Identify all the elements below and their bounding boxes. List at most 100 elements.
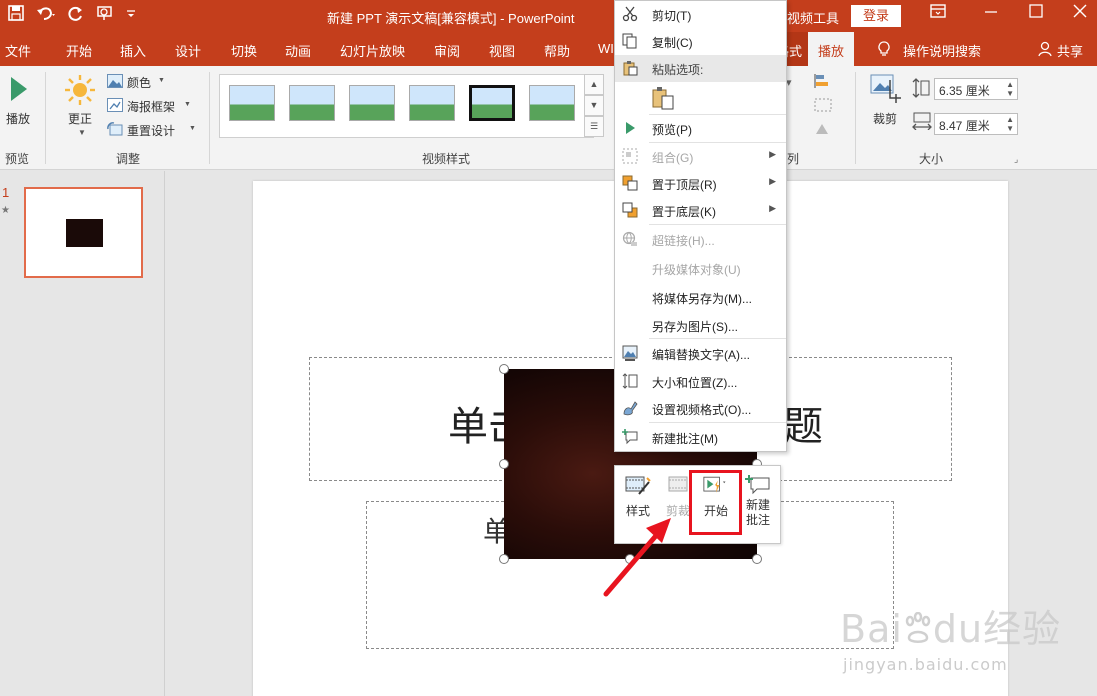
person-icon[interactable] <box>1038 41 1052 60</box>
lightbulb-icon[interactable] <box>877 41 891 60</box>
tab-review[interactable]: 审阅 <box>434 41 460 60</box>
width-spinner[interactable]: ▲ ▼ <box>1006 115 1014 133</box>
menu-label: 设置视频格式(O)... <box>652 403 752 417</box>
menu-item-save-as-picture[interactable]: 另存为图片(S)... <box>615 312 786 339</box>
menu-item-hyperlink[interactable]: 超链接(H)... <box>615 226 786 253</box>
reset-design-button[interactable]: 重置设计 <box>127 122 175 139</box>
gallery-scroll-down-icon[interactable]: ▼ <box>584 95 604 116</box>
maximize-icon[interactable] <box>1029 4 1043 22</box>
menu-item-preview[interactable]: 预览(P) <box>615 115 786 142</box>
resize-handle[interactable] <box>625 554 635 564</box>
video-style-thumbnail[interactable] <box>349 85 395 121</box>
reset-dropdown-icon[interactable]: ▼ <box>189 125 196 132</box>
tab-insert[interactable]: 插入 <box>120 41 146 60</box>
align-icon[interactable] <box>814 74 832 91</box>
share-button[interactable]: 共享 <box>1057 41 1083 60</box>
menu-item-copy[interactable]: 复制(C) <box>615 28 786 55</box>
crop-icon[interactable] <box>870 74 902 107</box>
comment-label-line2: 批注 <box>745 513 770 527</box>
video-style-thumbnail[interactable] <box>229 85 275 121</box>
tab-view[interactable]: 视图 <box>489 41 515 60</box>
menu-item-save-media-as[interactable]: 将媒体另存为(M)... <box>615 284 786 311</box>
menu-item-send-to-back[interactable]: 置于底层(K) ▶ <box>615 197 786 224</box>
login-button[interactable]: 登录 <box>851 5 901 27</box>
alt-text-icon <box>621 345 639 362</box>
hyperlink-icon <box>621 231 639 248</box>
height-spinner[interactable]: ▲ ▼ <box>1006 80 1014 98</box>
menu-label: 剪切(T) <box>652 9 692 23</box>
correct-button[interactable]: 更正 <box>68 110 92 127</box>
gallery-scroll-up-icon[interactable]: ▲ <box>584 74 604 95</box>
tab-transitions[interactable]: 切换 <box>231 41 257 60</box>
style-button[interactable]: 样式 <box>625 474 651 519</box>
video-style-thumbnail[interactable] <box>289 85 335 121</box>
menu-label: 超链接(H)... <box>652 234 715 248</box>
color-button[interactable]: 颜色 <box>127 74 151 91</box>
video-style-thumbnail[interactable] <box>469 85 515 121</box>
menu-item-new-comment[interactable]: 新建批注(M) <box>615 424 786 451</box>
resize-handle[interactable] <box>752 554 762 564</box>
tab-wi[interactable]: WI <box>598 41 614 56</box>
play-button[interactable] <box>8 76 28 105</box>
video-style-thumbnail[interactable] <box>529 85 575 121</box>
poster-frame-icon[interactable] <box>107 98 123 115</box>
tab-playback[interactable]: 播放 <box>808 32 855 66</box>
tell-me-search[interactable]: 操作说明搜索 <box>903 41 981 60</box>
tab-file[interactable]: 文件 <box>5 41 31 60</box>
menu-item-upgrade-media[interactable]: 升级媒体对象(U) <box>615 255 786 282</box>
size-dialog-launcher-icon[interactable]: ⌟ <box>1014 154 1018 165</box>
minimize-icon[interactable] <box>984 3 998 23</box>
video-style-thumbnail[interactable] <box>409 85 455 121</box>
slide-thumbnail[interactable] <box>24 187 143 278</box>
undo-icon[interactable] <box>36 5 56 26</box>
close-icon[interactable] <box>1073 4 1087 22</box>
separator <box>209 72 210 164</box>
poster-dropdown-icon[interactable]: ▼ <box>184 101 191 108</box>
customize-qat-icon[interactable] <box>126 5 136 26</box>
sun-icon[interactable] <box>64 74 96 109</box>
tab-help[interactable]: 帮助 <box>544 41 570 60</box>
color-icon[interactable] <box>107 74 123 91</box>
tab-home[interactable]: 开始 <box>66 41 92 60</box>
menu-item-group[interactable]: 组合(G) ▶ <box>615 143 786 170</box>
menu-item-size-position[interactable]: 大小和位置(Z)... <box>615 368 786 395</box>
rotate-icon[interactable] <box>814 122 832 139</box>
menu-separator <box>649 422 786 423</box>
bring-front-icon <box>621 175 639 192</box>
color-dropdown-icon[interactable]: ▼ <box>158 77 165 84</box>
tab-slideshow[interactable]: 幻灯片放映 <box>340 41 405 60</box>
play-icon <box>621 120 639 137</box>
menu-item-edit-alt-text[interactable]: 编辑替换文字(A)... <box>615 340 786 367</box>
slide-number: 1 <box>2 185 10 200</box>
menu-label: 组合(G) <box>652 151 694 165</box>
new-comment-button[interactable]: 新建 批注 <box>745 474 771 528</box>
trim-button[interactable]: 剪裁 <box>665 474 691 519</box>
resize-handle[interactable] <box>499 364 509 374</box>
crop-button[interactable]: 裁剪 <box>873 110 897 127</box>
resize-handle[interactable] <box>499 554 509 564</box>
video-tools-label: 视频工具 <box>787 11 840 26</box>
resize-handle[interactable] <box>499 459 509 469</box>
width-field[interactable]: 8.47 厘米 ▲ ▼ <box>934 113 1018 135</box>
title-bar: 新建 PPT 演示文稿[兼容模式] - PowerPoint 视频工具 登录 <box>0 0 1097 32</box>
poster-frame-button[interactable]: 海报框架 <box>127 98 175 115</box>
tab-animations[interactable]: 动画 <box>285 41 311 60</box>
gallery-more-icon[interactable]: ☰ <box>584 116 604 137</box>
menu-item-format-video[interactable]: 设置视频格式(O)... <box>615 395 786 422</box>
reset-design-icon[interactable] <box>107 122 123 139</box>
size-position-icon <box>621 373 639 390</box>
height-field[interactable]: 6.35 厘米 ▲ ▼ <box>934 78 1018 100</box>
send-back-icon <box>621 202 639 219</box>
save-icon[interactable] <box>8 5 24 26</box>
watermark-url: jingyan.baidu.com <box>843 655 1008 674</box>
paste-option-icon <box>651 86 675 110</box>
menu-item-paste-option[interactable] <box>615 83 786 113</box>
video-style-icon <box>625 476 651 495</box>
menu-item-cut[interactable]: 剪切(T) <box>615 1 786 28</box>
ribbon-display-options-icon[interactable] <box>930 4 946 22</box>
slideshow-from-start-icon[interactable] <box>96 5 114 26</box>
tab-design[interactable]: 设计 <box>175 41 201 60</box>
group-objects-icon[interactable] <box>814 98 832 115</box>
redo-icon[interactable] <box>68 5 84 26</box>
menu-item-bring-to-front[interactable]: 置于顶层(R) ▶ <box>615 170 786 197</box>
